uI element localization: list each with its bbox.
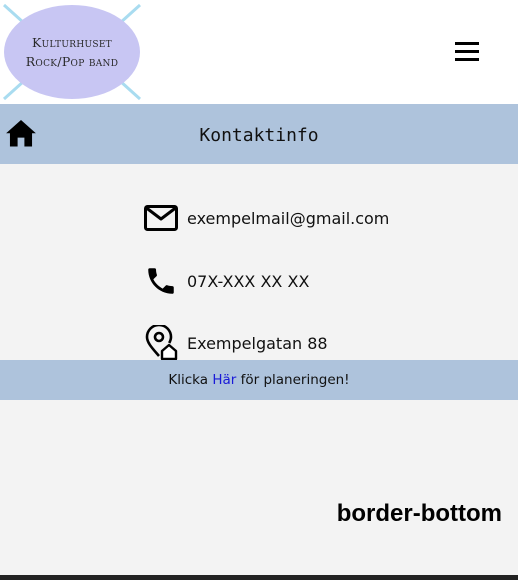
contact-phone-row: 07X-XXX XX XX: [143, 263, 309, 299]
contact-phone[interactable]: 07X-XXX XX XX: [187, 272, 309, 291]
title-bar: Kontaktinfo: [0, 104, 518, 164]
bottom-border-line: [0, 575, 518, 580]
contact-email-row: exempelmail@gmail.com: [143, 200, 389, 236]
mail-icon: [143, 200, 179, 236]
page-title: Kontaktinfo: [199, 125, 319, 146]
planning-prefix: Klicka: [168, 372, 213, 388]
home-icon[interactable]: [4, 116, 38, 150]
contact-address: Exempelgatan 88: [187, 333, 328, 353]
logo-line-2: Rock/Pop band: [25, 54, 119, 69]
contact-address-row: Exempelgatan 88: [143, 325, 328, 361]
hamburger-menu-icon[interactable]: [453, 40, 481, 64]
location-home-icon: [143, 325, 179, 361]
phone-icon: [143, 263, 179, 299]
band-logo[interactable]: Kulturhuset Rock/Pop band: [2, 3, 142, 101]
logo-line-1: Kulturhuset: [31, 35, 112, 50]
contact-email[interactable]: exempelmail@gmail.com: [187, 209, 389, 228]
planning-bar: Klicka Här för planeringen!: [0, 360, 518, 400]
logo-text: Kulturhuset Rock/Pop band: [2, 3, 142, 101]
border-bottom-label: border-bottom: [336, 500, 502, 527]
planning-suffix: för planeringen!: [236, 372, 350, 388]
planning-link[interactable]: Här: [212, 372, 236, 388]
site-header: Kulturhuset Rock/Pop band: [0, 0, 518, 104]
